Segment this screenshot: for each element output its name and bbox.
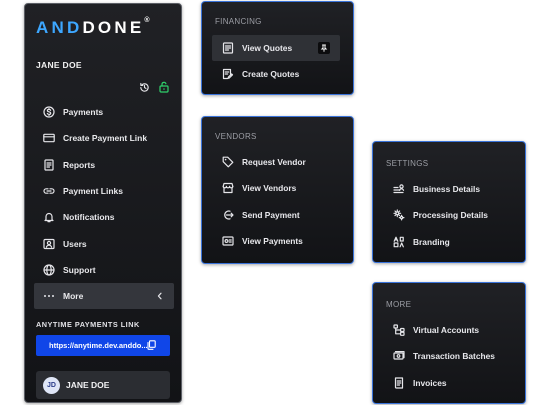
vendors-title: VENDORS [215, 132, 257, 141]
sidebar-item-payments[interactable]: Payments [34, 99, 174, 125]
menu-item-label: View Quotes [242, 43, 293, 54]
menu-item-create-quotes[interactable]: Create Quotes [212, 61, 340, 87]
link-icon [43, 185, 55, 197]
copy-icon[interactable] [147, 340, 156, 352]
sidebar-item-users[interactable]: Users [34, 230, 174, 256]
menu-item-invoices[interactable]: Invoices [383, 370, 513, 396]
menu-item-send-payment[interactable]: Send Payment [212, 202, 340, 228]
gears-icon [393, 209, 405, 221]
sidebar-item-payment-links[interactable]: Payment Links [34, 178, 174, 204]
menu-item-label: Invoices [413, 377, 447, 388]
storefront-icon [222, 182, 234, 194]
anddone-logo[interactable]: ANDDONE® [36, 17, 150, 38]
profile-name: JANE DOE [66, 380, 110, 390]
bell-icon [43, 211, 55, 223]
branding-icon [393, 236, 405, 248]
anytime-payments-link[interactable]: https://anytime.dev.anddo... [36, 335, 170, 356]
vendors-items: Request Vendor View Vendors Send Payment… [212, 149, 340, 254]
menu-item-label: Virtual Accounts [413, 325, 480, 336]
sidebar: ANDDONE® JANE DOE Payments Create Paymen… [24, 3, 182, 403]
sidebar-item-support[interactable]: Support [34, 257, 174, 283]
menu-item-label: View Vendors [242, 183, 297, 194]
menu-item-view-payments[interactable]: View Payments [212, 228, 340, 254]
menu-item-processing-details[interactable]: Processing Details [383, 202, 513, 228]
menu-item-label: Business Details [413, 184, 481, 195]
menu-item-label: Request Vendor [242, 157, 306, 168]
hierarchy-icon [393, 324, 405, 337]
financing-title: FINANCING [215, 17, 262, 26]
payment-window-icon [222, 235, 234, 247]
menu-item-label: Transaction Batches [413, 351, 495, 362]
credit-card-icon [43, 132, 55, 144]
sidebar-user-name: JANE DOE [36, 60, 82, 70]
settings-title: SETTINGS [386, 159, 429, 168]
tag-icon [222, 156, 234, 168]
sidebar-item-label: Notifications [63, 212, 115, 223]
menu-item-transaction-batches[interactable]: Transaction Batches [383, 343, 513, 369]
document-list-icon [222, 42, 234, 54]
menu-item-label: View Payments [242, 236, 303, 247]
sidebar-item-label: Users [63, 238, 87, 249]
sidebar-item-label: Reports [63, 159, 96, 170]
sidebar-item-create-payment-link[interactable]: Create Payment Link [34, 125, 174, 151]
anytime-payments-label: ANYTIME PAYMENTS LINK [36, 320, 140, 329]
avatar: JD [43, 376, 60, 394]
more-title: MORE [386, 300, 412, 309]
financing-menu: FINANCING View Quotes Create Quotes [201, 1, 354, 95]
sidebar-item-label: Create Payment Link [63, 133, 148, 144]
unlock-icon[interactable] [159, 81, 169, 93]
settings-items: Business Details Processing Details Bran… [383, 176, 513, 255]
invoice-icon [393, 377, 405, 389]
sidebar-item-label: More [63, 291, 84, 302]
more-menu: MORE Virtual Accounts Transaction Batche… [372, 282, 526, 404]
sidebar-nav: Payments Create Payment Link Reports Pay… [34, 99, 174, 310]
menu-item-label: Send Payment [242, 209, 300, 220]
more-items: Virtual Accounts Transaction Batches Inv… [383, 317, 513, 396]
globe-icon [43, 264, 55, 276]
sidebar-item-notifications[interactable]: Notifications [34, 204, 174, 230]
chevron-left-icon[interactable] [156, 290, 164, 302]
more-dots-icon [43, 290, 55, 302]
financing-items: View Quotes Create Quotes [212, 35, 340, 88]
sidebar-item-reports[interactable]: Reports [34, 152, 174, 178]
menu-item-label: Processing Details [413, 210, 488, 221]
menu-item-view-quotes[interactable]: View Quotes [212, 35, 340, 62]
user-icon [43, 238, 55, 250]
sidebar-item-label: Payment Links [63, 186, 123, 197]
document-icon [43, 159, 55, 171]
send-money-icon [222, 209, 234, 221]
history-icon[interactable] [139, 82, 150, 93]
sidebar-item-label: Payments [63, 107, 104, 118]
dollar-circle-icon [43, 106, 55, 118]
sidebar-item-more[interactable]: More [34, 283, 174, 310]
pin-icon[interactable] [318, 42, 330, 55]
menu-item-label: Branding [413, 236, 450, 247]
menu-item-view-vendors[interactable]: View Vendors [212, 175, 340, 201]
menu-item-branding[interactable]: Branding [383, 229, 513, 255]
anytime-link-text: https://anytime.dev.anddo... [49, 341, 148, 350]
menu-item-request-vendor[interactable]: Request Vendor [212, 149, 340, 175]
cash-stack-icon [393, 350, 405, 362]
sidebar-item-label: Support [63, 264, 96, 275]
menu-item-virtual-accounts[interactable]: Virtual Accounts [383, 317, 513, 343]
menu-item-business-details[interactable]: Business Details [383, 176, 513, 202]
menu-item-label: Create Quotes [242, 69, 300, 80]
document-edit-icon [222, 68, 234, 80]
business-details-icon [393, 183, 405, 195]
user-profile-card[interactable]: JD JANE DOE [36, 371, 170, 399]
sidebar-top-actions [139, 81, 169, 93]
settings-menu: SETTINGS Business Details Processing Det… [372, 141, 526, 263]
vendors-menu: VENDORS Request Vendor View Vendors Send… [201, 116, 354, 264]
